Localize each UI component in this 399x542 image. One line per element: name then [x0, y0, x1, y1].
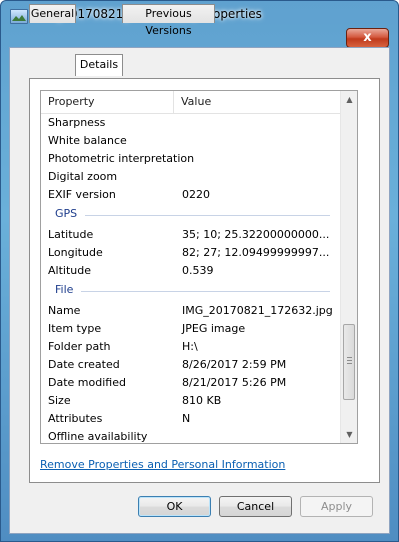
- property-name: Offline availability: [48, 430, 148, 443]
- property-row[interactable]: Latitude 35; 10; 25.32200000000...: [41, 226, 340, 244]
- list-header: Property Value: [41, 91, 340, 114]
- thumb-grip: [347, 363, 352, 364]
- property-name: Name: [48, 304, 81, 317]
- property-row[interactable]: Item type JPEG image: [41, 320, 340, 338]
- close-button[interactable]: x: [346, 28, 389, 48]
- close-icon: x: [363, 30, 372, 45]
- property-row[interactable]: Altitude 0.539: [41, 262, 340, 280]
- property-row[interactable]: White balance: [41, 132, 340, 150]
- property-value: 8/21/2017 5:26 PM: [182, 376, 287, 389]
- scroll-down-arrow-icon[interactable]: ▼: [341, 426, 357, 443]
- tab-details[interactable]: Details: [75, 54, 123, 76]
- property-name: Digital zoom: [48, 170, 118, 183]
- group-divider: [81, 291, 330, 292]
- property-value: 0.539: [182, 264, 214, 277]
- property-name: Date modified: [48, 376, 126, 389]
- property-name: Sharpness: [48, 116, 106, 129]
- property-name: Size: [48, 394, 71, 407]
- property-name: EXIF version: [48, 188, 116, 201]
- vertical-scrollbar[interactable]: ▲ ▼: [340, 91, 357, 443]
- property-value: 0220: [182, 188, 210, 201]
- properties-window: IMG_20170821_172632.jpg Properties x Gen…: [0, 0, 399, 542]
- group-label: GPS: [55, 207, 78, 220]
- property-row[interactable]: Date modified 8/21/2017 5:26 PM: [41, 374, 340, 392]
- property-value: H:\: [182, 340, 198, 353]
- column-header-value[interactable]: Value: [174, 91, 340, 113]
- property-row[interactable]: Attributes N: [41, 410, 340, 428]
- property-name: Date created: [48, 358, 120, 371]
- thumb-grip: [347, 360, 352, 361]
- property-row[interactable]: Date created 8/26/2017 2:59 PM: [41, 356, 340, 374]
- property-row[interactable]: EXIF version 0220: [41, 186, 340, 204]
- property-value: 8/26/2017 2:59 PM: [182, 358, 287, 371]
- property-row[interactable]: Name IMG_20170821_172632.jpg: [41, 302, 340, 320]
- remove-properties-link[interactable]: Remove Properties and Personal Informati…: [40, 458, 285, 471]
- property-value: JPEG image: [182, 322, 246, 335]
- property-row[interactable]: Photometric interpretation: [41, 150, 340, 168]
- thumb-grip: [347, 357, 352, 358]
- property-value: 82; 27; 12.09499999997...: [182, 246, 330, 259]
- tab-general-label: General: [30, 7, 75, 20]
- cancel-button[interactable]: Cancel: [219, 496, 292, 517]
- property-row[interactable]: Longitude 82; 27; 12.09499999997...: [41, 244, 340, 262]
- property-value: 35; 10; 25.32200000000...: [182, 228, 330, 241]
- scrollbar-thumb[interactable]: [343, 324, 355, 400]
- property-row[interactable]: Offline availability: [41, 428, 340, 443]
- property-value: N: [182, 412, 191, 425]
- property-name: Latitude: [48, 228, 94, 241]
- tab-previous-versions-label: Previous Versions: [145, 7, 192, 37]
- group-header-gps[interactable]: GPS: [41, 204, 340, 224]
- property-name: Attributes: [48, 412, 103, 425]
- property-value: 810 KB: [182, 394, 222, 407]
- apply-button[interactable]: Apply: [300, 496, 373, 517]
- property-value: IMG_20170821_172632.jpg: [182, 304, 333, 317]
- property-row[interactable]: Size 810 KB: [41, 392, 340, 410]
- tab-details-label: Details: [79, 58, 119, 71]
- property-row[interactable]: Sharpness: [41, 114, 340, 132]
- property-row[interactable]: Digital zoom: [41, 168, 340, 186]
- property-name: Item type: [48, 322, 102, 335]
- property-name: Photometric interpretation: [48, 152, 195, 165]
- scroll-up-arrow-icon[interactable]: ▲: [341, 91, 357, 108]
- property-name: White balance: [48, 134, 127, 147]
- column-header-property[interactable]: Property: [41, 91, 174, 113]
- tab-previous-versions[interactable]: Previous Versions: [122, 4, 215, 37]
- property-row[interactable]: Folder path H:\: [41, 338, 340, 356]
- group-label: File: [55, 283, 74, 296]
- property-name: Folder path: [48, 340, 111, 353]
- property-name: Longitude: [48, 246, 103, 259]
- property-list[interactable]: Property Value Sharpness White balance Pho…: [40, 90, 358, 444]
- tab-general[interactable]: General: [29, 4, 76, 23]
- property-name: Altitude: [48, 264, 91, 277]
- image-file-icon: [10, 9, 28, 24]
- group-header-file[interactable]: File: [41, 280, 340, 300]
- group-divider: [85, 215, 330, 216]
- ok-button[interactable]: OK: [138, 496, 211, 517]
